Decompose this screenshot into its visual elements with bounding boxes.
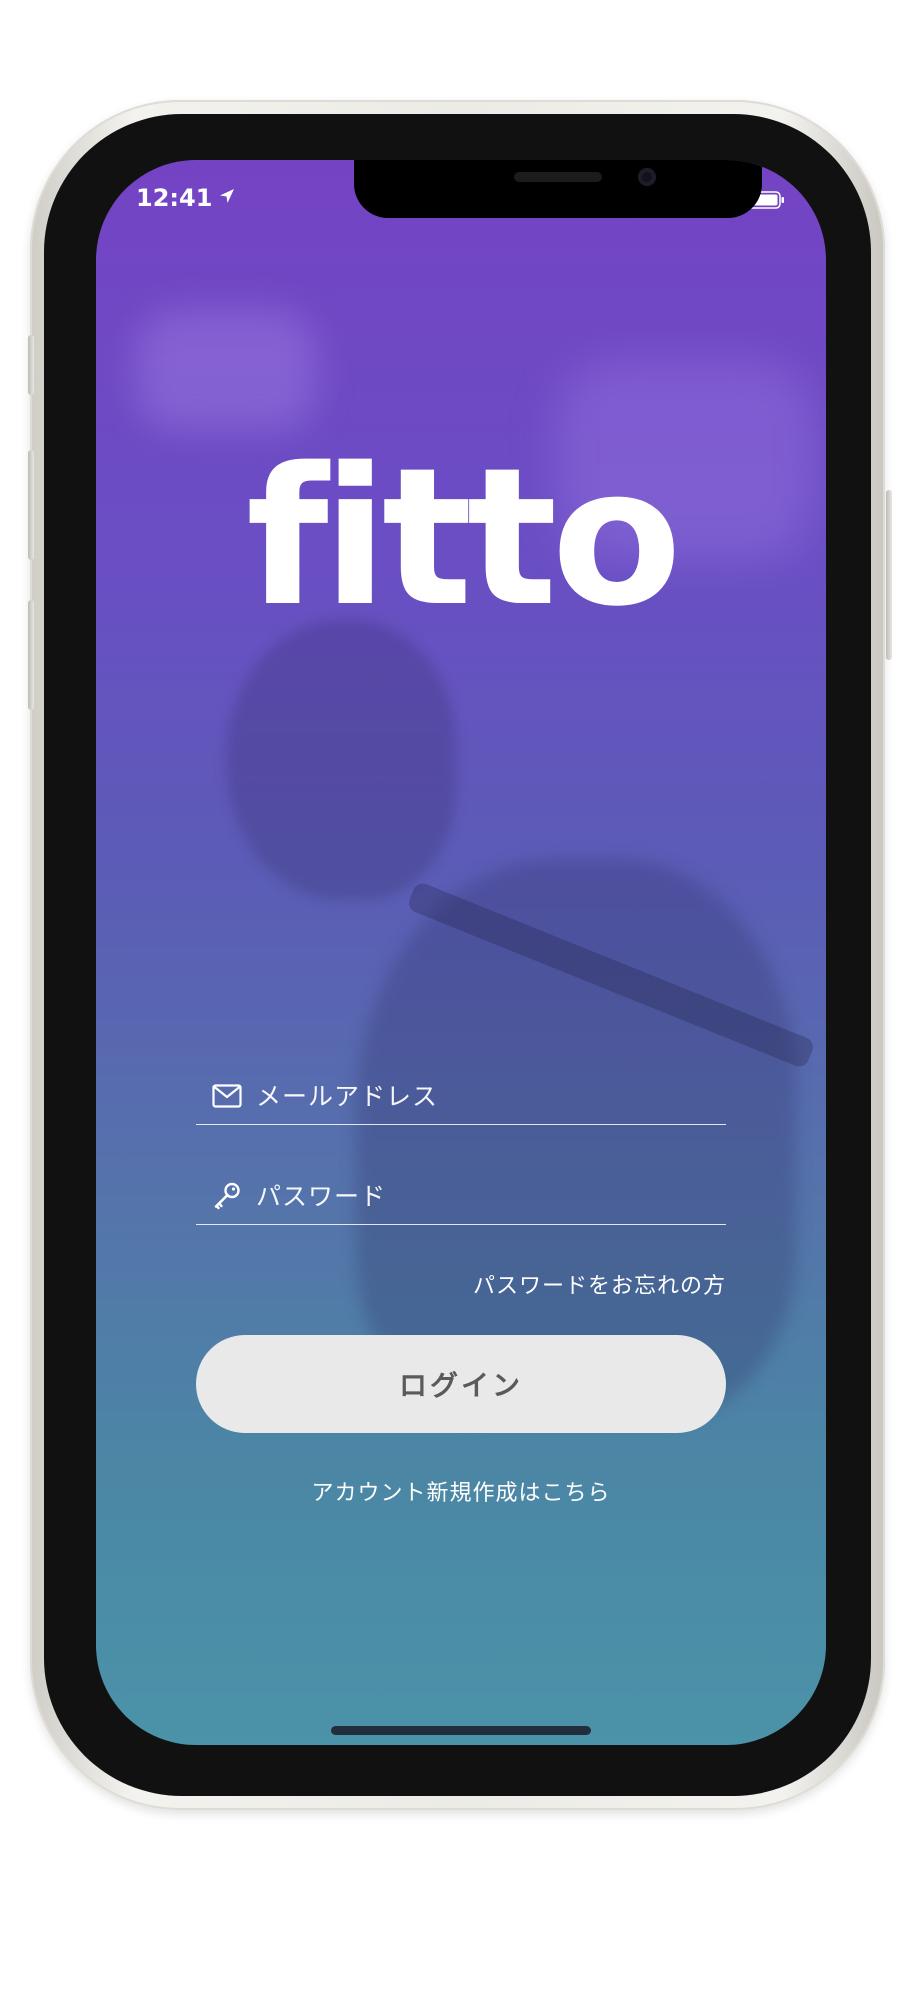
front-camera [638,168,656,186]
app-logo: fitto [246,427,682,648]
volume-up-button [28,450,34,560]
app-screen: 12:41 fitto メールアドレス パスワードをお忘れの方 ログイン アカウ… [96,160,826,1745]
notch [354,160,762,218]
mail-icon [210,1079,244,1113]
mute-switch [28,335,34,395]
power-button [886,490,892,660]
forgot-password-link[interactable]: パスワードをお忘れの方 [473,1268,726,1300]
home-indicator[interactable] [331,1726,591,1735]
signup-link[interactable]: アカウント新規作成はこちら [96,1475,826,1507]
volume-down-button [28,600,34,710]
key-icon [210,1179,244,1213]
login-button[interactable]: ログイン [196,1335,726,1433]
earpiece-speaker [514,172,602,182]
email-field[interactable] [196,1068,726,1125]
password-field[interactable] [196,1168,726,1225]
background-photo [96,160,826,1745]
status-bar-left: 12:41 [136,184,236,212]
email-input[interactable] [254,1080,726,1112]
password-input[interactable] [254,1180,726,1212]
location-arrow-icon [218,187,236,209]
status-time: 12:41 [136,184,213,212]
